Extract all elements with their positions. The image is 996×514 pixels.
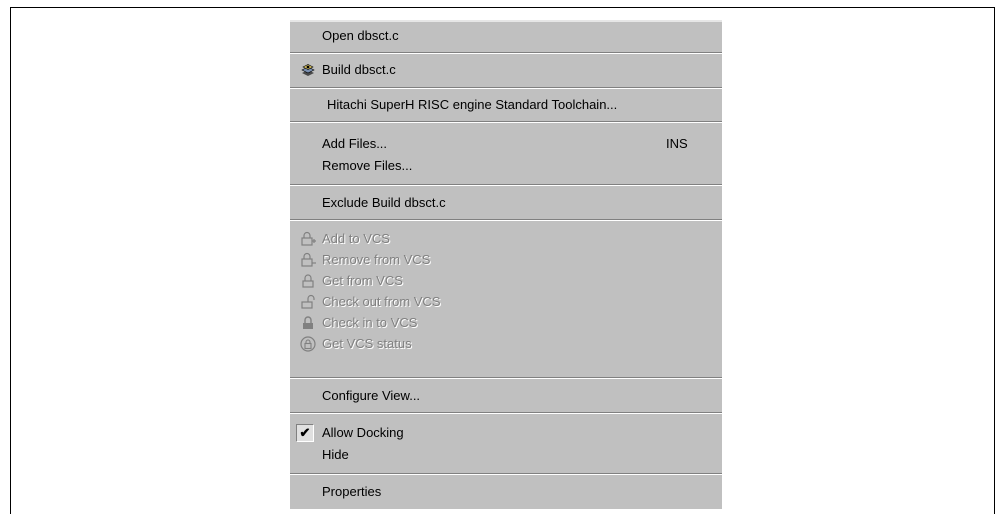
menu-item-label: Add to VCS bbox=[322, 231, 390, 246]
menu-item-remove-files[interactable]: Remove Files... bbox=[290, 155, 722, 177]
menu-item-add-to-vcs: Add to VCS bbox=[290, 228, 722, 250]
menu-item-label: Remove from VCS bbox=[322, 252, 431, 267]
menu-item-label: Get VCS status bbox=[322, 336, 412, 351]
menu-item-label: Remove Files... bbox=[322, 158, 413, 173]
menu-item-allow-docking[interactable]: ✔ Allow Docking bbox=[290, 422, 722, 444]
menu-item-label: Allow Docking bbox=[322, 425, 404, 440]
vcs-status-icon bbox=[300, 336, 316, 352]
menu-item-remove-from-vcs: Remove from VCS bbox=[290, 249, 722, 271]
menu-item-label: Add Files... bbox=[322, 136, 388, 151]
menu-item-get-vcs-status: Get VCS status bbox=[290, 333, 722, 355]
menu-item-exclude-build[interactable]: Exclude Build dbsct.c bbox=[290, 192, 722, 214]
menu-item-hide[interactable]: Hide bbox=[290, 444, 722, 466]
menu-separator bbox=[290, 52, 722, 54]
menu-item-label: Get from VCS bbox=[322, 273, 403, 288]
menu-item-label: Open dbsct.c bbox=[322, 28, 399, 43]
menu-item-check-in-to-vcs: Check in to VCS bbox=[290, 312, 722, 334]
vcs-remove-icon bbox=[301, 252, 316, 267]
menu-item-check-out-from-vcs: Check out from VCS bbox=[290, 291, 722, 313]
vcs-check-in-icon bbox=[303, 316, 313, 329]
menu-item-label: Exclude Build dbsct.c bbox=[322, 195, 446, 210]
menu-separator bbox=[290, 87, 722, 89]
checkmark-icon: ✔ bbox=[296, 424, 314, 442]
menu-separator bbox=[290, 121, 722, 123]
menu-separator bbox=[290, 412, 722, 414]
menu-item-label: Hitachi SuperH RISC engine Standard Tool… bbox=[327, 97, 618, 112]
context-menu: Open dbsct.c Build dbsct.c Hitachi Super… bbox=[290, 20, 722, 509]
menu-item-label: Hide bbox=[322, 447, 349, 462]
menu-separator bbox=[290, 377, 722, 379]
menu-item-label: Build dbsct.c bbox=[322, 62, 396, 77]
vcs-add-icon bbox=[301, 231, 316, 246]
menu-item-label: Check out from VCS bbox=[322, 294, 441, 309]
menu-separator bbox=[290, 219, 722, 221]
menu-item-add-files[interactable]: Add Files... INS bbox=[290, 133, 722, 155]
menu-item-label: Configure View... bbox=[322, 388, 421, 403]
menu-item-get-from-vcs: Get from VCS bbox=[290, 270, 722, 292]
menu-item-label: Check in to VCS bbox=[322, 315, 418, 330]
vcs-get-icon bbox=[302, 274, 314, 288]
menu-item-toolchain[interactable]: Hitachi SuperH RISC engine Standard Tool… bbox=[290, 94, 722, 116]
menu-separator bbox=[290, 184, 722, 186]
build-icon bbox=[301, 64, 315, 76]
menu-separator bbox=[290, 473, 722, 475]
menu-item-properties[interactable]: Properties bbox=[290, 481, 722, 503]
menu-item-label: Properties bbox=[322, 484, 382, 499]
vcs-check-out-icon bbox=[301, 294, 315, 309]
menu-item-configure-view[interactable]: Configure View... bbox=[290, 385, 722, 407]
menu-item-build[interactable]: Build dbsct.c bbox=[290, 59, 722, 81]
shortcut-label: INS bbox=[666, 136, 688, 151]
menu-item-open[interactable]: Open dbsct.c bbox=[290, 25, 722, 47]
